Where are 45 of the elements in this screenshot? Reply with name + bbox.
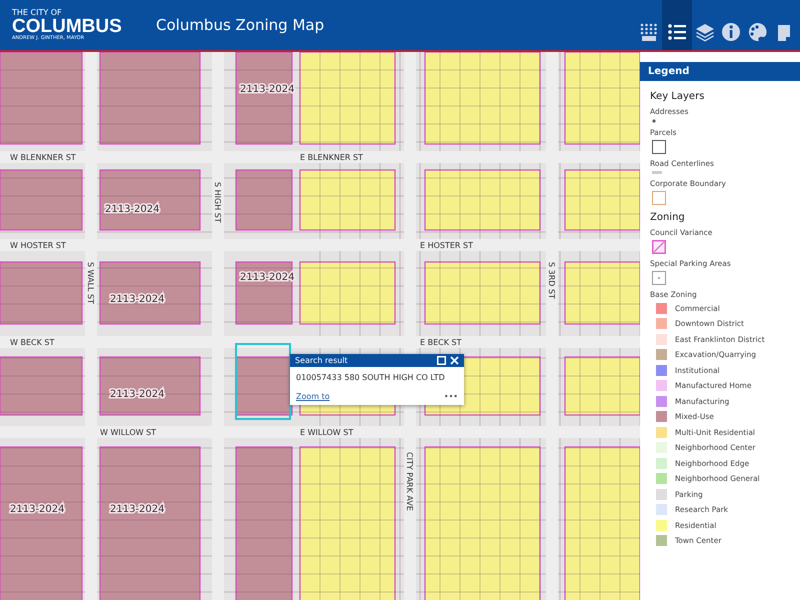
parcel-block[interactable] [235, 356, 293, 416]
maximize-icon[interactable] [437, 356, 446, 365]
zoning-case-label: 2113-2024 [240, 84, 295, 95]
zoom-to-link[interactable]: Zoom to [296, 392, 330, 401]
street-label: W HOSTER ST [10, 241, 66, 250]
popup-title: Search result [295, 356, 349, 365]
boundary-swatch-icon [652, 191, 666, 205]
street-label: E BLENKNER ST [300, 153, 363, 162]
zoning-case-label: 2113-2024 [110, 504, 165, 515]
street-label: S HIGH ST [213, 182, 222, 223]
layers-icon [695, 22, 715, 42]
street-label: S 3RD ST [547, 262, 556, 299]
legend-section-heading: Key Layers [650, 91, 704, 102]
street-label: E WILLOW ST [300, 428, 354, 437]
parcel-block[interactable] [235, 261, 293, 325]
street-label: CITY PARK AVE [405, 452, 414, 511]
legend-title: Legend [640, 62, 800, 81]
zoning-case-label: 2113-2024 [110, 294, 165, 305]
close-icon[interactable] [450, 356, 459, 365]
list-icon [667, 22, 687, 42]
street-label: E BECK ST [420, 338, 462, 347]
grid-icon [639, 22, 659, 42]
palette-icon [747, 22, 767, 42]
popup-result-text: 010057433 580 SOUTH HIGH CO LTD [295, 372, 446, 384]
parcel-swatch-icon [652, 140, 666, 154]
more-options-button[interactable]: ••• [444, 392, 458, 401]
street-label: W BECK ST [10, 338, 54, 347]
street-label: W WILLOW ST [100, 428, 156, 437]
street-label: S WALL ST [86, 262, 95, 304]
zoning-case-label: 2113-2024 [10, 504, 65, 515]
selected-parcel-outline[interactable] [235, 343, 291, 420]
info-icon [721, 22, 741, 42]
logo-wordmark: COLUMBUS [12, 17, 123, 36]
logo-tagline: THE CITY OF [12, 9, 63, 17]
address-dot-icon [652, 119, 656, 123]
dotted-swatch-icon [652, 271, 666, 285]
legend-section-heading: Zoning [650, 212, 685, 223]
zoning-case-label: 2113-2024 [105, 204, 160, 215]
list-tool-button[interactable] [662, 0, 692, 50]
street-label: E HOSTER ST [420, 241, 473, 250]
street-label: W BLENKNER ST [10, 153, 76, 162]
app-title: Columbus Zoning Map [156, 16, 326, 34]
zoning-case-label: 2113-2024 [110, 389, 165, 400]
hatched-swatch-icon [652, 240, 666, 254]
parcel-block[interactable] [235, 52, 293, 145]
